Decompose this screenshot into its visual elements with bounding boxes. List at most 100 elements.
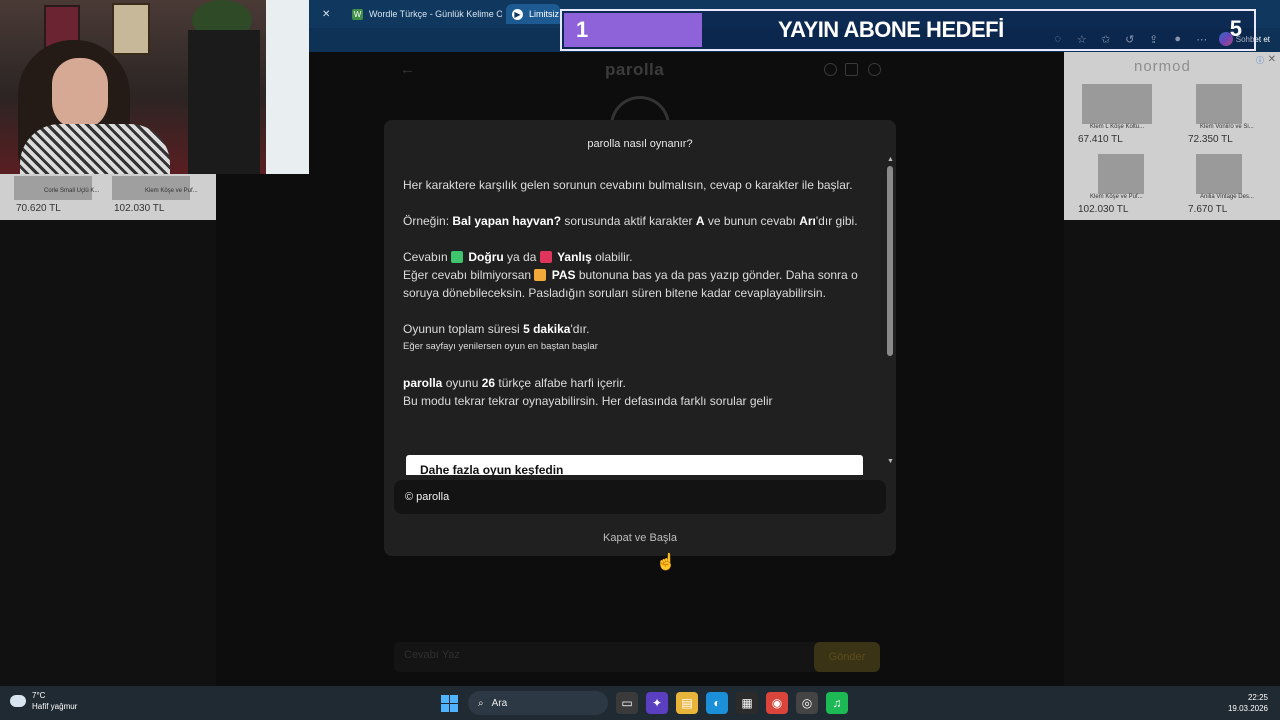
left-ad-banner[interactable]: Corle Small Uçlü K... Klem Köşe ve Puf..… [0,174,216,220]
ad-product[interactable]: Klem L Köşe Koltu... 67.410 TL [1066,84,1166,145]
shelf [188,30,260,174]
edge-icon[interactable]: ◐ [706,692,728,714]
rule-text: 'dır gibi. [815,214,858,228]
stats-icon[interactable] [845,63,858,76]
spotify-icon[interactable]: ♫ [826,692,848,714]
rule-text: Oyunun toplam süresi [403,322,524,336]
scroll-thumb[interactable] [887,166,893,356]
rule-text: Eğer cevabı bilmiyorsan [403,268,535,282]
ad-info-icon[interactable]: ⓘ [1256,55,1264,66]
search-label: Ara [491,697,508,709]
ad-product-name: Klem Köşe ve Puf... [145,188,198,194]
letter-count: 26 [481,376,496,390]
wrong-label: Yanlış [557,250,592,264]
ad-product-image [1082,84,1152,124]
close-tab-icon[interactable]: ✕ [322,9,330,20]
cloud-rain-icon [10,695,26,707]
taskbar-search[interactable]: ⌕ Ara [468,691,608,715]
browser-tab[interactable]: W Wordle Türkçe - Günlük Kelime O... ✕ [346,4,502,24]
windows-icon [440,694,458,712]
goal-target: 5 [1229,16,1242,41]
rule-text: Bu modu tekrar tekrar oynayabilirsin. He… [403,394,773,408]
weather-widget[interactable]: 7°C Hafif yağmur [10,690,77,712]
site-header-icons [824,63,881,76]
right-ad-banner[interactable]: normod ⓘ ✕ Klem L Köşe Koltu... 67.410 T… [1064,52,1280,220]
streamer-sweater [20,124,170,174]
ad-product[interactable]: Klem Voniiro ve Si... 72.350 TL [1176,84,1276,145]
close-and-start-button[interactable]: Kapat ve Başla [580,532,700,544]
ad-product[interactable]: Anilia Vintage Des... 7.670 TL [1176,154,1276,215]
browser-tab-active[interactable]: ▶ Limitsiz - ... [506,4,560,24]
system-clock[interactable]: 22:25 19.03.2026 [1228,692,1268,714]
game-name: parolla [403,376,443,390]
tab-label: Limitsiz - ... [529,9,560,19]
pass-square-icon [534,269,547,281]
ad-product-name: Corle Small Uçlü K... [44,188,100,194]
clock-time: 22:25 [1247,693,1268,702]
ad-product[interactable]: Klem Köşe ve Puf... 102.030 TL [1066,154,1166,215]
ad-product-name: Anilia Vintage Des... [1200,194,1254,200]
weather-temperature: 7°C [32,691,46,700]
answer-input[interactable]: Cevabı Yaz [404,649,460,661]
rule-text: Cevabın [403,250,452,264]
wall-painting [112,3,150,55]
ad-product-image [1196,154,1242,194]
info-icon[interactable] [824,63,837,76]
start-button[interactable] [438,692,460,714]
example-question: Bal yapan hayvan? [452,214,562,228]
scroll-down-icon[interactable]: ▼ [887,458,894,465]
refresh-note: Eğer sayfayı yenilersen oyun en baştan b… [403,341,598,352]
ad-brand: normod [1134,58,1191,75]
rule-text: 'dır. [570,322,590,336]
example-paragraph: Örneğin: Bal yapan hayvan? sorusunda akt… [403,212,873,230]
modal-scrollbar[interactable]: ▲ ▼ [887,156,894,468]
store-icon[interactable]: ▦ [736,692,758,714]
pass-label: PAS [551,268,576,282]
weather-text: 7°C Hafif yağmur [32,690,77,712]
correct-square-icon [451,251,464,263]
subscriber-goal-overlay: 1 YAYIN ABONE HEDEFİ 5 [560,9,1256,51]
window [266,0,309,174]
ad-product-name: Klem Voniiro ve Si... [1200,124,1254,130]
rule-text: olabilir. [591,250,633,264]
obs-icon[interactable]: ◎ [796,692,818,714]
submit-button[interactable]: Gönder [814,642,880,672]
ad-price: 102.030 TL [114,203,165,214]
left-dim-area [0,220,216,686]
profile-icon[interactable] [868,63,881,76]
example-answer: Arı [799,214,816,228]
clock-date: 19.03.2026 [1227,704,1268,713]
browser-tab[interactable]: ✕ [312,4,342,24]
duration-paragraph: Oyunun toplam süresi 5 dakika'dır. Eğer s… [403,320,873,356]
copyright-bar: © parolla [394,480,886,514]
site-logo[interactable]: parolla [605,60,664,80]
search-icon: ⌕ [478,697,484,709]
letters-paragraph: parolla oyunu 26 türkçe alfabe harfi içe… [403,374,873,410]
rule-text: Her karaktere karşılık gelen sorunun cev… [403,178,853,192]
ad-product-image [1098,154,1144,194]
weather-condition: Hafif yağmur [32,702,78,711]
ad-price: 7.670 TL [1188,204,1228,215]
correct-label: Doğru [468,250,504,264]
tab-label: Wordle Türkçe - Günlük Kelime O... [369,9,502,19]
ad-product-name: Klem Köşe ve Puf... [1090,194,1143,200]
file-explorer-icon[interactable]: ▤ [676,692,698,714]
scroll-up-icon[interactable]: ▲ [887,156,894,163]
back-arrow-icon[interactable]: ← [400,61,415,78]
copilot-app-icon[interactable]: ✦ [646,692,668,714]
answer-bar: Cevabı Yaz Gönder [394,642,880,672]
rule-text: sorusunda aktif karakter [561,214,696,228]
ad-price: 72.350 TL [1188,134,1233,145]
more-games-box[interactable]: Dahe fazla oyun keşfedin [406,455,863,475]
task-view-icon[interactable]: ▭ [616,692,638,714]
how-to-play-modal: parolla nasıl oynanır? Her karaktere kar… [384,120,896,556]
screen: ← parolla Cevabı Yaz Gönder ✕ W Wordle T… [0,0,1280,720]
parolla-favicon-icon: ▶ [512,8,523,20]
copyright-text: © parolla [405,491,450,503]
right-dim-area [1064,220,1280,686]
rule-text: türkçe alfabe harfi içerir. [495,376,626,390]
ad-close-icon[interactable]: ✕ [1268,54,1276,65]
modal-body: Her karaktere karşılık gelen sorunun cev… [403,176,873,466]
chrome-icon[interactable]: ◉ [766,692,788,714]
rule-text: Örneğin: [403,214,453,228]
